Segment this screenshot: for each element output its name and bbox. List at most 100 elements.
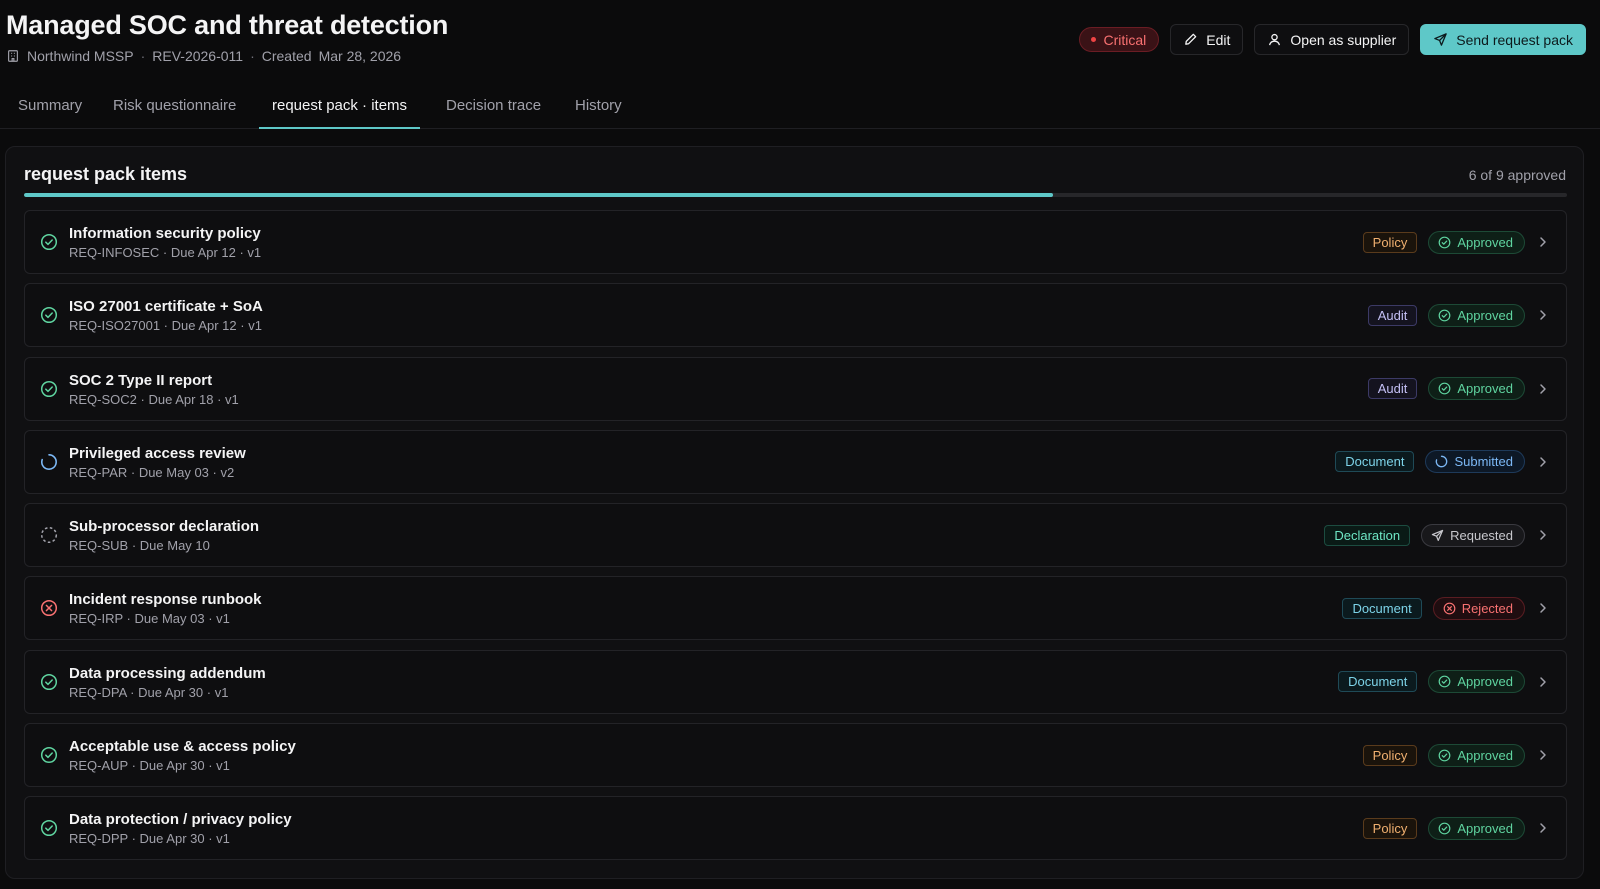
tab-history[interactable]: History (575, 82, 622, 128)
separator-dot: · (140, 48, 146, 64)
separator-dot: · (250, 48, 255, 64)
request-item-row[interactable]: Sub-processor declaration REQ-SUB · Due M… (24, 503, 1567, 568)
chevron-right-icon[interactable] (1536, 748, 1550, 762)
send-request-pack-button[interactable]: Send request pack (1420, 24, 1586, 55)
item-title: Privileged access review (69, 444, 246, 462)
request-item-row[interactable]: Information security policy REQ-INFOSEC ·… (24, 210, 1567, 274)
x-circle-icon (40, 600, 58, 617)
check-circle-icon (1438, 675, 1451, 688)
edit-button-label: Edit (1206, 31, 1231, 48)
item-status-pill: Approved (1428, 230, 1525, 254)
item-status-label: Approved (1457, 234, 1513, 250)
item-title: SOC 2 Type II report (69, 371, 213, 389)
item-meta: REQ-DPP · Due Apr 30 · v1 (69, 831, 230, 847)
page-header: Managed SOC and threat detection Northwi… (0, 0, 1600, 80)
item-status-pill: Requested (1421, 523, 1525, 547)
tab-bar: Summary Risk questionnaire request pack … (0, 82, 1600, 129)
chevron-right-icon[interactable] (1536, 528, 1550, 542)
item-type-tag: Document (1335, 451, 1415, 473)
chevron-right-icon[interactable] (1536, 821, 1550, 835)
item-type-tag: Declaration (1324, 524, 1411, 546)
check-circle-icon (1438, 749, 1451, 761)
request-item-row[interactable]: ISO 27001 certificate + SoA REQ-ISO27001 … (24, 283, 1567, 348)
tab-risk-questionnaire[interactable]: Risk questionnaire (113, 82, 236, 128)
check-circle-icon (1438, 236, 1451, 248)
item-meta: REQ-IRP · Due May 03 · v1 (69, 611, 230, 627)
item-title: Incident response runbook (69, 591, 262, 609)
item-meta: REQ-SOC2 · Due Apr 18 · v1 (69, 391, 239, 407)
item-title: Sub-processor declaration (69, 518, 260, 536)
status-rejected-icon (40, 599, 58, 617)
item-status-label: Approved (1457, 381, 1513, 397)
item-status-label: Rejected (1461, 600, 1513, 616)
severity-label: Critical (1103, 31, 1147, 48)
tab-request-pack-items[interactable]: request pack · items (259, 82, 421, 129)
check-circle-icon (40, 820, 58, 837)
chevron-right-icon[interactable] (1536, 235, 1550, 249)
send-request-pack-label: Send request pack (1456, 31, 1573, 48)
request-item-row[interactable]: Data processing addendum REQ-DPA · Due Ap… (24, 649, 1567, 714)
page-title: Managed SOC and threat detection (6, 10, 449, 40)
item-status-label: Approved (1457, 307, 1513, 323)
request-item-row[interactable]: Privileged access review REQ-PAR · Due Ma… (24, 429, 1567, 494)
item-badges: Document Rejected (1342, 577, 1550, 639)
send-icon (1434, 33, 1448, 46)
dashed-circle-icon (40, 527, 58, 544)
request-pack-panel: request pack items 6 of 9 approved Infor… (5, 146, 1584, 879)
item-status-label: Approved (1457, 674, 1513, 690)
chevron-right-icon[interactable] (1536, 601, 1550, 615)
item-status-pill: Approved (1428, 303, 1525, 327)
item-type-tag: Policy (1362, 231, 1418, 253)
item-badges: Document Submitted (1335, 431, 1550, 493)
status-approved-icon (40, 819, 58, 837)
building-icon (8, 50, 18, 62)
item-meta: REQ-AUP · Due Apr 30 · v1 (69, 758, 230, 774)
chevron-right-icon[interactable] (1536, 455, 1550, 469)
chevron-right-icon[interactable] (1536, 382, 1550, 396)
item-badges: Audit Approved (1367, 284, 1550, 346)
chevron-right-icon[interactable] (1536, 675, 1550, 689)
item-status-label: Approved (1457, 747, 1513, 763)
item-status-pill: Rejected (1432, 596, 1525, 620)
status-approved-icon (40, 233, 58, 251)
tab-summary[interactable]: Summary (18, 82, 82, 128)
item-badges: Declaration Requested (1324, 504, 1550, 566)
chevron-right-icon[interactable] (1536, 308, 1550, 322)
check-circle-icon (40, 380, 58, 397)
item-meta: REQ-PAR · Due May 03 · v2 (69, 464, 235, 480)
item-badges: Policy Approved (1362, 797, 1550, 859)
request-item-row[interactable]: Acceptable use & access policy REQ-AUP · … (24, 723, 1567, 788)
pencil-icon (1185, 33, 1197, 45)
loading-circle-icon (40, 453, 57, 470)
tab-decision-trace[interactable]: Decision trace (446, 82, 541, 128)
item-meta: REQ-ISO27001 · Due Apr 12 · v1 (69, 318, 262, 334)
item-status-label: Requested (1450, 527, 1513, 543)
item-badges: Document Approved (1338, 651, 1550, 713)
edit-button[interactable]: Edit (1170, 24, 1244, 55)
approval-progress-bar (24, 193, 1567, 197)
status-approved-icon (40, 306, 58, 324)
request-item-row[interactable]: Data protection / privacy policy REQ-DPP … (24, 796, 1567, 861)
item-status-pill: Submitted (1425, 450, 1525, 474)
open-as-supplier-button[interactable]: Open as supplier (1254, 24, 1410, 55)
item-status-pill: Approved (1428, 816, 1525, 840)
item-badges: Policy Approved (1362, 211, 1550, 273)
item-title: Data protection / privacy policy (69, 811, 292, 829)
request-item-row[interactable]: Incident response runbook REQ-IRP · Due M… (24, 576, 1567, 641)
item-title: ISO 27001 certificate + SoA (69, 298, 263, 316)
user-icon (1269, 33, 1281, 46)
approved-count: 6 of 9 approved (1468, 167, 1566, 183)
check-circle-icon (40, 747, 58, 764)
status-requested-icon (40, 526, 58, 544)
check-circle-icon (1438, 309, 1451, 322)
panel-title: request pack items (24, 164, 188, 184)
item-type-tag: Document (1342, 597, 1422, 619)
request-item-row[interactable]: SOC 2 Type II report REQ-SOC2 · Due Apr 1… (24, 356, 1567, 421)
check-circle-icon (40, 233, 58, 251)
review-meta: Northwind MSSP · REV-2026-011 · Created … (6, 48, 401, 64)
status-approved-icon (40, 746, 58, 764)
item-type-tag: Policy (1362, 817, 1418, 839)
item-status-pill: Approved (1428, 743, 1525, 767)
request-items-list: Information security policy REQ-INFOSEC ·… (24, 210, 1567, 870)
check-circle-icon (1438, 822, 1451, 835)
